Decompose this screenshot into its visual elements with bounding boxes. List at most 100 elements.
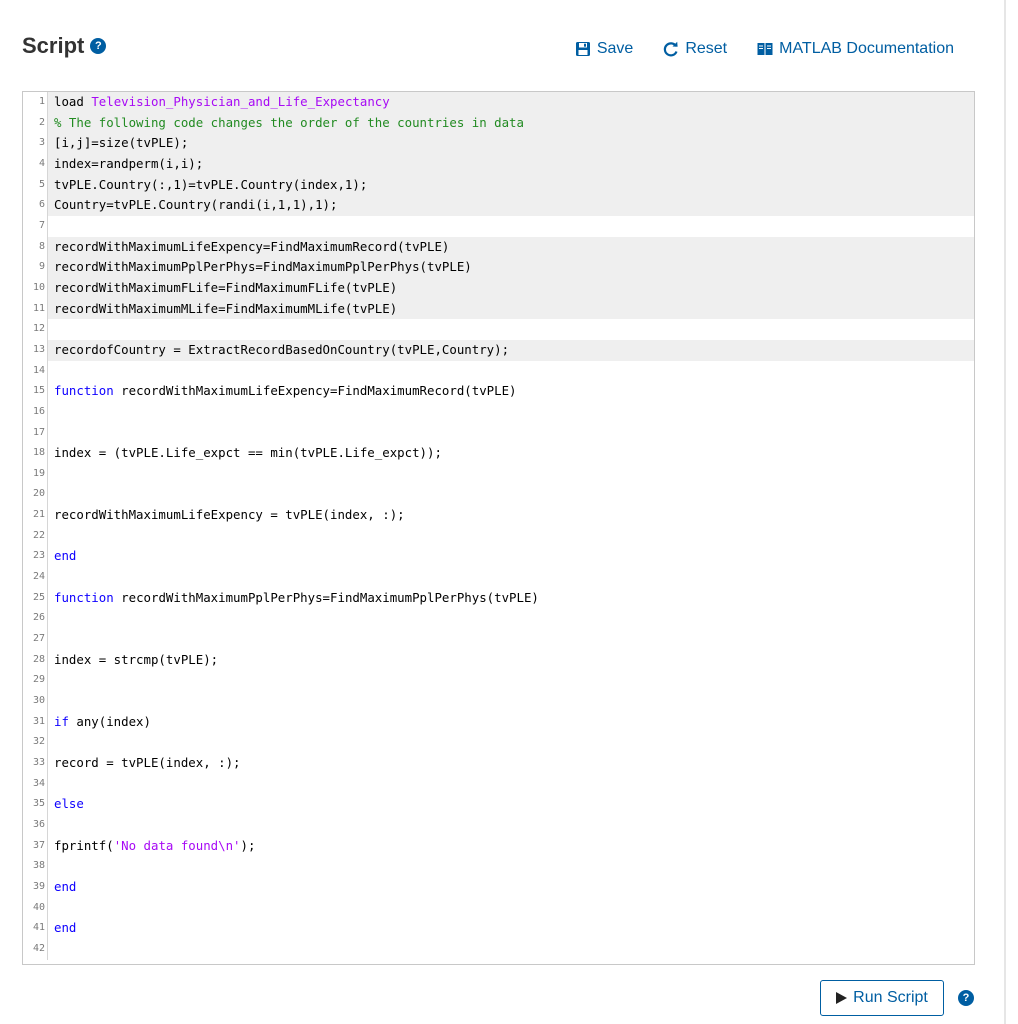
code-text[interactable] [48,608,974,629]
code-text[interactable]: function recordWithMaximumLifeExpency=Fi… [48,381,974,402]
code-text[interactable]: recordWithMaximumMLife=FindMaximumMLife(… [48,298,974,320]
code-line[interactable]: 21 recordWithMaximumLifeExpency = tvPLE(i… [23,505,974,526]
code-line[interactable]: 7 [23,215,974,237]
code-text[interactable]: Country=tvPLE.Country(randi(i,1,1),1); [48,195,974,216]
line-number: 33 [23,753,48,774]
code-line[interactable]: 32 [23,732,974,753]
code-line[interactable]: 16 [23,401,974,423]
code-text[interactable]: load Television_Physician_and_Life_Expec… [48,92,974,113]
code-line[interactable]: 38 [23,856,974,877]
code-line[interactable]: 3 [i,j]=size(tvPLE); [23,133,974,154]
code-text[interactable] [48,464,974,485]
code-text[interactable]: end [48,918,974,939]
code-text[interactable]: [i,j]=size(tvPLE); [48,133,974,154]
code-text[interactable] [48,939,974,960]
code-text[interactable]: recordWithMaximumPplPerPhys=FindMaximumP… [48,257,974,278]
matlab-documentation-link[interactable]: MATLAB Documentation [757,40,954,58]
code-line[interactable]: 2 % The following code changes the order … [23,112,974,134]
code-line[interactable]: 28 index = strcmp(tvPLE); [23,649,974,671]
help-icon[interactable]: ? [90,38,107,54]
code-text[interactable] [48,319,974,340]
code-line[interactable]: 22 [23,525,974,547]
code-line[interactable]: 5 tvPLE.Country(:,1)=tvPLE.Country(index,… [23,174,974,196]
code-line[interactable]: 10 recordWithMaximumFLife=FindMaximumFLif… [23,277,974,299]
code-text[interactable] [48,815,974,836]
code-text[interactable]: % The following code changes the order o… [48,112,974,134]
code-line[interactable]: 36 [23,814,974,836]
reset-button[interactable]: Reset [663,40,727,58]
code-line[interactable]: 6 Country=tvPLE.Country(randi(i,1,1),1); [23,195,974,216]
code-text[interactable]: function recordWithMaximumPplPerPhys=Fin… [48,588,974,609]
code-text[interactable]: recordWithMaximumFLife=FindMaximumFLife(… [48,277,974,299]
code-line[interactable]: 25 function recordWithMaximumPplPerPhys=F… [23,587,974,609]
code-text[interactable] [48,361,974,382]
code-text[interactable]: index=randperm(i,i); [48,153,974,175]
code-line[interactable]: 24 [23,567,974,588]
code-text[interactable]: recordofCountry = ExtractRecordBasedOnCo… [48,339,974,361]
code-text[interactable]: if any(index) [48,712,974,733]
code-line[interactable]: 19 [23,463,974,485]
code-line[interactable]: 26 [23,608,974,630]
code-line[interactable]: 27 [23,629,974,650]
code-text[interactable] [48,774,974,795]
code-text[interactable]: else [48,794,974,815]
code-line[interactable]: 4 index=randperm(i,i); [23,153,974,175]
run-script-button[interactable]: Run Script [820,980,944,1016]
line-number: 3 [23,133,48,154]
page-title-text: Script [22,33,85,58]
code-line[interactable]: 12 [23,319,974,340]
code-text[interactable] [48,484,974,505]
code-text[interactable] [48,856,974,877]
code-text[interactable] [48,629,974,650]
code-line[interactable]: 23 end [23,546,974,568]
code-line[interactable]: 40 [23,897,974,919]
code-line[interactable]: 37 fprintf('No data found\n'); [23,835,974,857]
code-text[interactable] [48,526,974,547]
code-text[interactable] [48,216,974,237]
code-line[interactable]: 39 end [23,876,974,898]
code-text[interactable] [48,402,974,423]
line-number: 28 [23,649,48,671]
code-line[interactable]: 41 end [23,918,974,939]
code-line[interactable]: 9 recordWithMaximumPplPerPhys=FindMaximum… [23,257,974,278]
code-line[interactable]: 31 if any(index) [23,711,974,733]
code-text[interactable] [48,670,974,691]
code-line[interactable]: 11 recordWithMaximumMLife=FindMaximumMLif… [23,298,974,320]
code-text[interactable] [48,567,974,588]
line-number: 13 [23,339,48,361]
code-line[interactable]: 8 recordWithMaximumLifeExpency=FindMaximu… [23,236,974,258]
code-text[interactable]: end [48,546,974,567]
code-line[interactable]: 34 [23,773,974,795]
code-line[interactable]: 18 index = (tvPLE.Life_expct == min(tvPLE… [23,443,974,464]
code-line[interactable]: 17 [23,422,974,444]
code-token: index = (tvPLE.Life_expct == min(tvPLE.L… [54,445,442,461]
code-line[interactable]: 14 [23,360,974,382]
code-text[interactable]: index = (tvPLE.Life_expct == min(tvPLE.L… [48,443,974,464]
code-text[interactable]: record = tvPLE(index, :); [48,753,974,774]
code-text[interactable]: recordWithMaximumLifeExpency=FindMaximum… [48,236,974,258]
save-button[interactable]: Save [575,40,633,58]
code-line[interactable]: 1 load Television_Physician_and_Life_Expe… [23,92,974,113]
code-editor[interactable]: 1 load Television_Physician_and_Life_Expe… [22,91,975,965]
code-line[interactable]: 42 [23,938,974,960]
code-text[interactable] [48,691,974,712]
code-line[interactable]: 15 function recordWithMaximumLifeExpency=… [23,381,974,402]
code-text[interactable] [48,898,974,919]
code-line[interactable]: 35 else [23,794,974,815]
code-line[interactable]: 29 [23,670,974,692]
code-line[interactable]: 13 recordofCountry = ExtractRecordBasedOn… [23,339,974,361]
code-text[interactable]: tvPLE.Country(:,1)=tvPLE.Country(index,1… [48,174,974,196]
code-line[interactable]: 30 [23,691,974,712]
code-keyword: end [54,878,77,894]
code-text[interactable]: index = strcmp(tvPLE); [48,650,974,671]
line-number: 23 [23,546,48,568]
code-keyword: if [54,713,69,729]
code-text[interactable]: end [48,877,974,898]
code-line[interactable]: 33 record = tvPLE(index, :); [23,753,974,774]
run-help-icon[interactable]: ? [958,990,974,1006]
code-text[interactable]: fprintf('No data found\n'); [48,836,974,857]
code-text[interactable] [48,423,974,444]
code-text[interactable]: recordWithMaximumLifeExpency = tvPLE(ind… [48,505,974,526]
code-line[interactable]: 20 [23,484,974,506]
code-text[interactable] [48,732,974,753]
